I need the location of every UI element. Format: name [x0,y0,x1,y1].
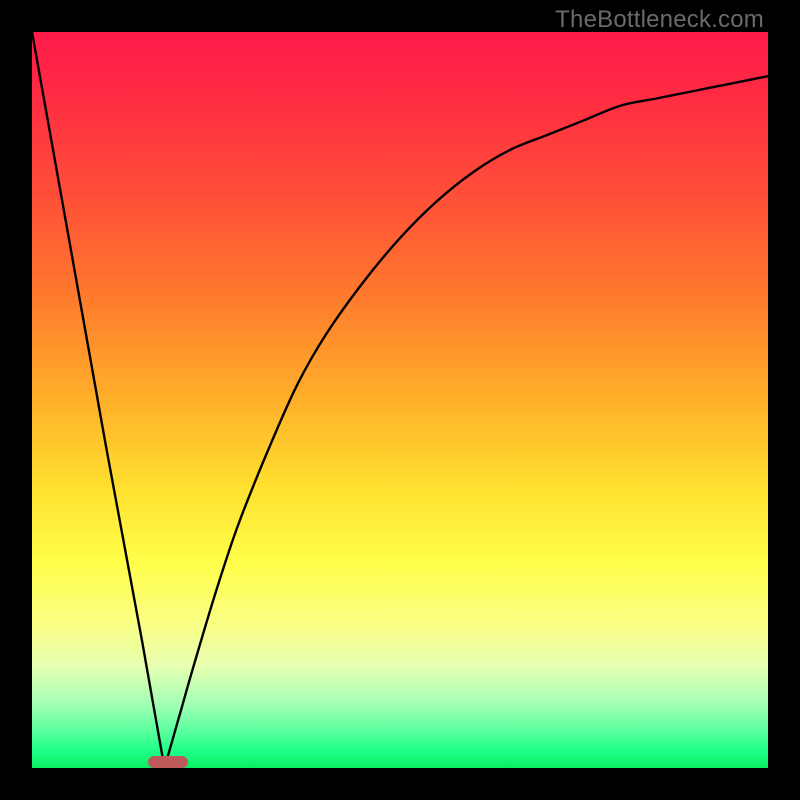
chart-frame: TheBottleneck.com [0,0,800,800]
curve-svg [32,32,768,768]
watermark-text: TheBottleneck.com [555,6,764,34]
bottleneck-curve [32,32,768,768]
minimum-marker [148,756,189,768]
plot-area [32,32,768,768]
